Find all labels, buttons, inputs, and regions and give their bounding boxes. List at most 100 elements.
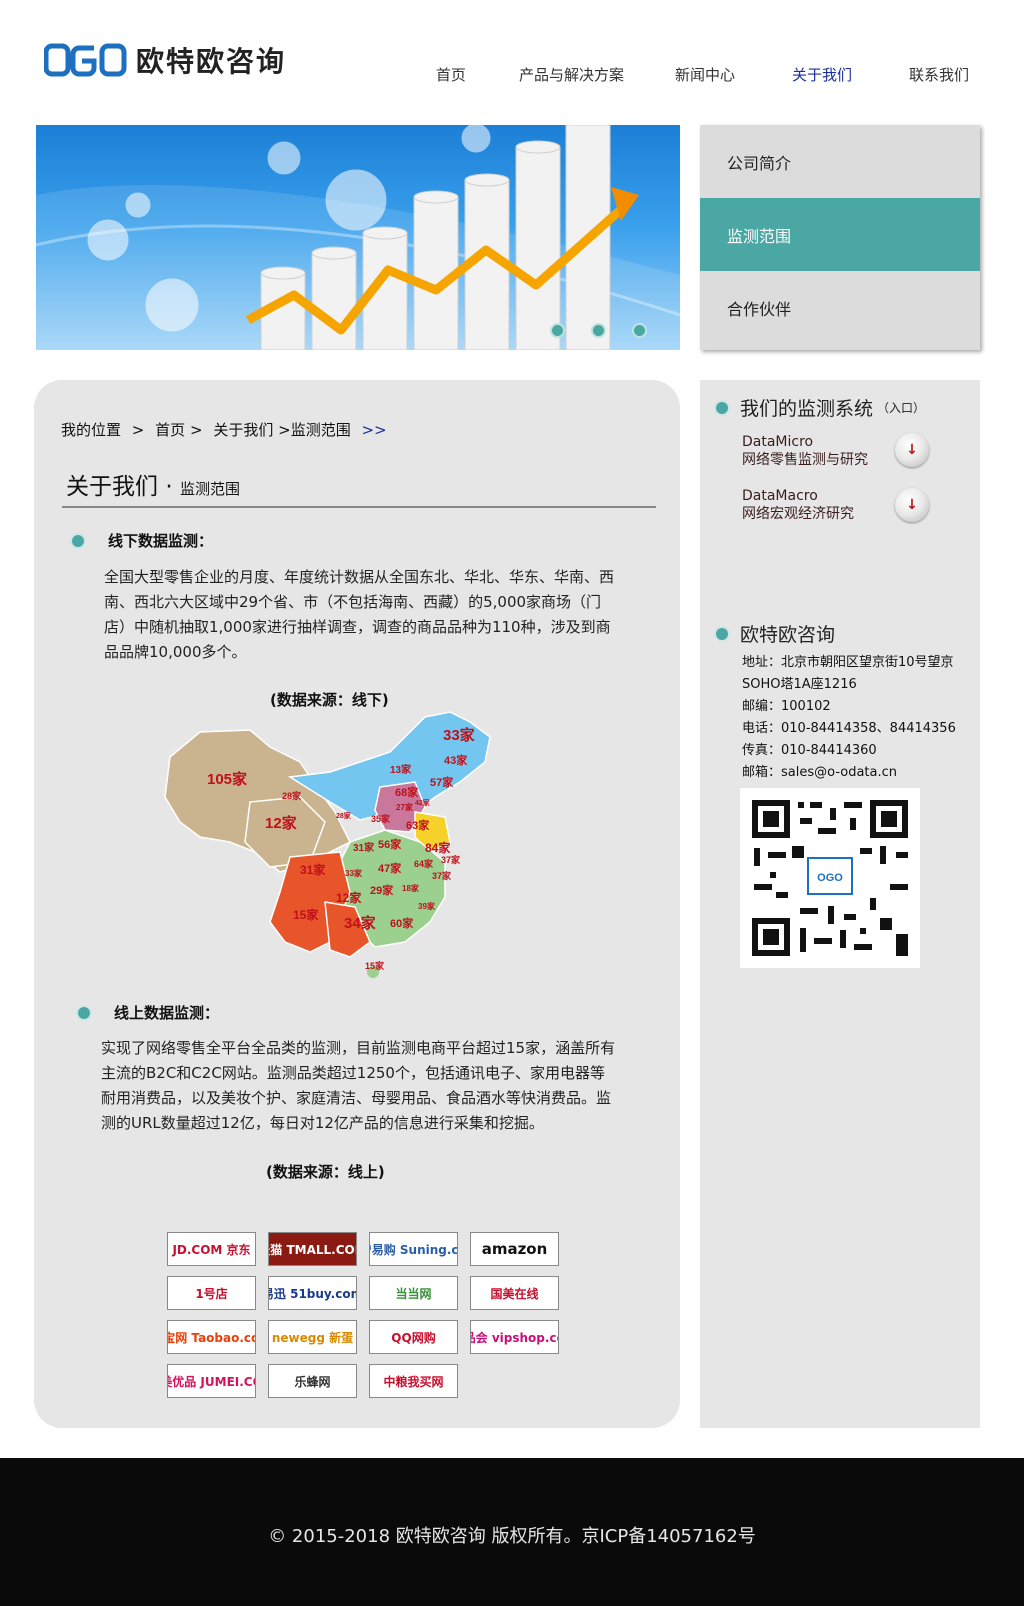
- bullet-icon: [72, 534, 84, 547]
- contact-postcode: 邮编：100102: [742, 699, 831, 714]
- map-label: 84家: [425, 840, 451, 855]
- map-label: 39家: [418, 901, 436, 911]
- breadcrumb-about[interactable]: 关于我们: [213, 421, 273, 439]
- platform-logo-suning[interactable]: 苏宁易购 Suning.com: [369, 1232, 458, 1266]
- map-label: 31家: [353, 841, 375, 854]
- map-label: 60家: [390, 916, 414, 930]
- map-label: 28家: [336, 811, 352, 820]
- slide-dot-1[interactable]: [550, 323, 565, 338]
- monitor-system-heading: 我们的监测系统 （入口）: [716, 394, 925, 421]
- offline-heading-text: 线下数据监测：: [108, 532, 214, 550]
- nav-contact[interactable]: 联系我们: [909, 64, 969, 85]
- map-label: 47家: [378, 861, 402, 875]
- platform-logo-taobao[interactable]: 淘宝网 Taobao.com: [167, 1320, 256, 1354]
- platform-logo-lefeng[interactable]: 乐蜂网: [268, 1364, 357, 1398]
- datamicro-enter-button[interactable]: ↓: [895, 433, 929, 467]
- map-label: 43家: [444, 753, 468, 767]
- map-label: 57家: [430, 775, 454, 789]
- contact-email[interactable]: 邮箱：sales@o-odata.cn: [742, 762, 962, 784]
- title-main: 关于我们: [66, 474, 158, 500]
- hero-banner: [36, 125, 680, 350]
- right-sidebar: 我们的监测系统 （入口） DataMicro 网络零售监测与研究 ↓ DataM…: [700, 380, 980, 1428]
- breadcrumb-current[interactable]: 监测范围: [291, 421, 351, 439]
- map-label: 37家: [441, 854, 461, 865]
- platform-logo-dangdang[interactable]: 当当网: [369, 1276, 458, 1310]
- map-label: 56家: [378, 837, 402, 851]
- page-title: 关于我们 · 监测范围: [66, 467, 240, 501]
- platform-logo-gome[interactable]: 国美在线: [470, 1276, 559, 1310]
- platform-logo-tmall[interactable]: 天猫 TMALL.COM: [268, 1232, 357, 1266]
- bullet-icon: [716, 401, 728, 414]
- logo[interactable]: 欧特欧咨询: [44, 42, 286, 78]
- breadcrumb-prefix: 我的位置: [61, 421, 122, 439]
- platform-logo-vipshop[interactable]: 唯品会 vipshop.com: [470, 1320, 559, 1354]
- breadcrumb-tail: >>: [361, 421, 387, 439]
- offline-heading: 线下数据监测：: [72, 530, 213, 551]
- map-label: 64家: [414, 858, 434, 869]
- monitor-system-note: （入口）: [877, 401, 926, 415]
- side-item-partners[interactable]: 合作伙伴: [700, 271, 980, 344]
- main-nav: 首页 产品与解决方案 新闻中心 关于我们 联系我们: [436, 64, 969, 85]
- footer: © 2015-2018 欧特欧咨询 版权所有。京ICP备14057162号: [0, 1458, 1024, 1606]
- online-source: (数据来源：线上): [266, 1163, 385, 1181]
- platform-logo-yhd[interactable]: 1号店: [167, 1276, 256, 1310]
- bullet-icon: [78, 1006, 90, 1019]
- title-divider: [62, 506, 656, 508]
- banner-illustration: [36, 125, 680, 350]
- map-label: 42家: [415, 798, 431, 807]
- contact-phone: 电话：010-84414358、84414356: [742, 721, 956, 736]
- map-label: 68家: [395, 785, 419, 799]
- platform-logo-51buy[interactable]: 易迅 51buy.com: [268, 1276, 357, 1310]
- company-title: 欧特欧咨询: [740, 624, 836, 646]
- platform-logo-jumei[interactable]: 聚美优品 JUMEI.COM: [167, 1364, 256, 1398]
- map-label: 105家: [207, 770, 247, 788]
- side-item-monitoring-scope[interactable]: 监测范围: [700, 198, 980, 271]
- nav-home[interactable]: 首页: [436, 64, 466, 85]
- breadcrumb-sep: >: [278, 421, 291, 439]
- map-label: 31家: [300, 862, 326, 877]
- breadcrumb-sep: >: [131, 421, 145, 439]
- slide-dot-2[interactable]: [591, 323, 606, 338]
- contact-info: 地址：北京市朝阳区望京街10号望京SOHO塔1A座1216 邮编：100102 …: [742, 652, 962, 784]
- online-heading-text: 线上数据监测：: [114, 1004, 220, 1022]
- map-label: 15家: [365, 960, 385, 971]
- map-label: 29家: [370, 883, 394, 897]
- arrow-down-icon: ↓: [906, 497, 918, 513]
- header: 欧特欧咨询 首页 产品与解决方案 新闻中心 关于我们 联系我们: [0, 0, 1024, 110]
- monitor-system-title: 我们的监测系统: [740, 398, 874, 420]
- qr-code-icon: OGO: [752, 800, 908, 956]
- nav-news[interactable]: 新闻中心: [675, 64, 735, 85]
- nav-products[interactable]: 产品与解决方案: [519, 64, 624, 85]
- map-label: 27家: [396, 802, 414, 812]
- platform-logo-jd[interactable]: JD.COM 京东: [167, 1232, 256, 1266]
- nav-about[interactable]: 关于我们: [792, 64, 852, 85]
- about-side-menu: 公司简介 监测范围 合作伙伴: [700, 125, 980, 350]
- title-dot: ·: [165, 474, 173, 500]
- main-content: 我的位置 > 首页 > 关于我们 >监测范围 >> 关于我们 · 监测范围 线下…: [34, 380, 680, 1428]
- datamacro-enter-button[interactable]: ↓: [895, 488, 929, 522]
- breadcrumb: 我的位置 > 首页 > 关于我们 >监测范围 >>: [61, 419, 393, 440]
- china-monitoring-map: 105家 12家 28家 33家 43家 13家 57家 68家 27家 42家…: [164, 711, 491, 978]
- map-label: 35家: [371, 813, 391, 824]
- qr-code: OGO: [740, 788, 920, 968]
- map-label: 37家: [432, 870, 452, 881]
- contact-fax: 传真：010-84414360: [742, 743, 877, 758]
- map-label: 13家: [390, 763, 412, 776]
- company-heading: 欧特欧咨询: [716, 620, 835, 647]
- map-label: 34家: [344, 914, 376, 932]
- arrow-down-icon: ↓: [906, 442, 918, 458]
- map-label: 63家: [406, 818, 430, 832]
- map-label: 28家: [282, 790, 302, 801]
- platform-logo-newegg[interactable]: newegg 新蛋: [268, 1320, 357, 1354]
- slide-dot-3[interactable]: [632, 323, 647, 338]
- map-label: 12家: [265, 814, 297, 832]
- platform-logo-amazon[interactable]: amazon: [470, 1232, 559, 1266]
- logo-mark-icon: [44, 43, 127, 77]
- map-label: 15家: [293, 907, 319, 922]
- platform-logo-qq[interactable]: QQ网购: [369, 1320, 458, 1354]
- side-item-company-intro[interactable]: 公司简介: [700, 125, 980, 198]
- online-description: 实现了网络零售全平台全品类的监测，目前监测电商平台超过15家，涵盖所有主流的B2…: [101, 1039, 616, 1132]
- platform-logo-womai[interactable]: 中粮我买网: [369, 1364, 458, 1398]
- online-heading: 线上数据监测：: [78, 1002, 219, 1023]
- breadcrumb-home[interactable]: 首页: [155, 421, 185, 439]
